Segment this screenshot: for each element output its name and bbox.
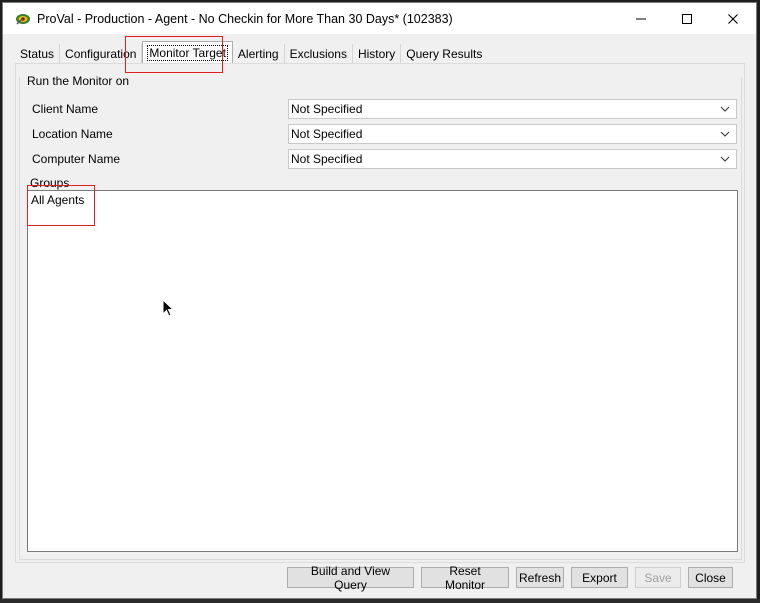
minimize-button[interactable]	[618, 3, 664, 34]
maximize-button[interactable]	[664, 3, 710, 34]
window-title: ProVal - Production - Agent - No Checkin…	[37, 11, 453, 26]
minimize-icon	[636, 18, 646, 19]
client-name-label: Client Name	[32, 102, 99, 116]
export-button[interactable]: Export	[571, 567, 628, 588]
save-button[interactable]: Save	[635, 567, 681, 588]
maximize-icon	[682, 13, 692, 24]
location-name-value: Not Specified	[291, 127, 363, 141]
action-bar: Build and View Query Reset Monitor Refre…	[287, 564, 733, 592]
tab-exclusions[interactable]: Exclusions	[285, 44, 353, 63]
location-name-select[interactable]: Not Specified	[288, 124, 737, 144]
tab-alerting[interactable]: Alerting	[233, 44, 285, 63]
close-button[interactable]: Close	[688, 567, 733, 588]
location-name-label: Location Name	[32, 127, 113, 141]
monitor-target-panel: Run the Monitor on Client Name Not Speci…	[15, 63, 745, 563]
chevron-down-icon	[720, 106, 730, 112]
reset-monitor-button[interactable]: Reset Monitor	[421, 564, 509, 592]
chevron-down-icon	[720, 131, 730, 137]
monitor-window: ProVal - Production - Agent - No Checkin…	[2, 2, 757, 599]
tab-strip: Status Configuration Monitor Target Aler…	[15, 41, 487, 63]
tab-highlight-box	[125, 36, 223, 73]
tab-history[interactable]: History	[353, 44, 402, 63]
group-highlight-box	[27, 185, 95, 226]
desktop-strip	[0, 599, 760, 603]
client-name-value: Not Specified	[291, 102, 363, 116]
close-window-button[interactable]	[710, 3, 756, 34]
build-view-query-button[interactable]: Build and View Query	[287, 564, 414, 592]
client-name-select[interactable]: Not Specified	[288, 99, 737, 119]
groups-listbox[interactable]: All Agents	[27, 190, 738, 552]
chevron-down-icon	[720, 156, 730, 162]
tab-status[interactable]: Status	[15, 44, 61, 63]
mouse-cursor-icon	[162, 299, 175, 317]
proval-app-icon	[15, 11, 31, 27]
refresh-button[interactable]: Refresh	[516, 567, 564, 588]
computer-name-value: Not Specified	[291, 152, 363, 166]
close-icon	[728, 13, 738, 24]
groupbox-title: Run the Monitor on	[27, 74, 134, 88]
title-bar[interactable]: ProVal - Production - Agent - No Checkin…	[3, 3, 756, 34]
computer-name-select[interactable]: Not Specified	[288, 149, 737, 169]
computer-name-label: Computer Name	[32, 152, 121, 166]
tab-query-results[interactable]: Query Results	[401, 44, 487, 63]
